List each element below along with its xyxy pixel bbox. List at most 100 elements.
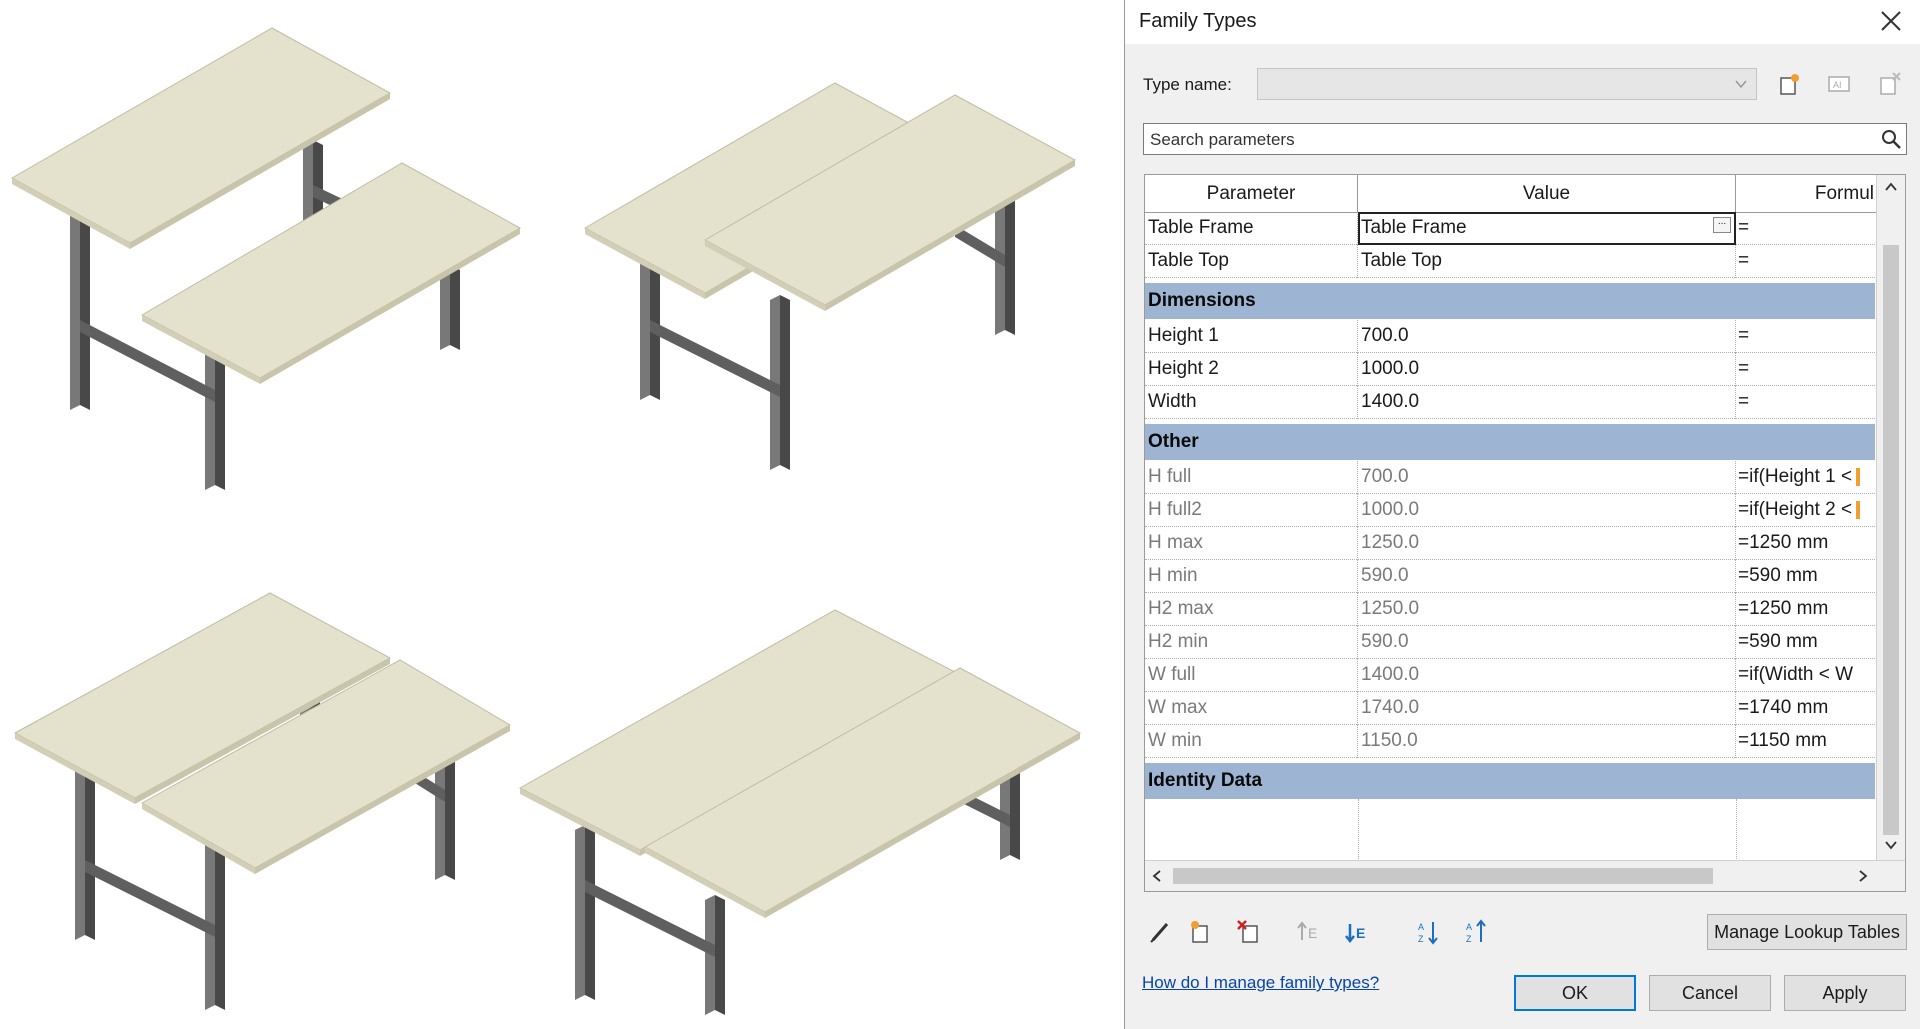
group-header-other[interactable]: Other [1145, 424, 1875, 460]
scroll-up-icon[interactable] [1884, 181, 1898, 193]
close-icon[interactable] [1876, 6, 1906, 36]
param-value[interactable]: 1000.0 [1358, 353, 1736, 386]
search-parameters-field[interactable] [1143, 123, 1907, 155]
manage-lookup-tables-button[interactable]: Manage Lookup Tables [1707, 914, 1907, 950]
help-link[interactable]: How do I manage family types? [1142, 973, 1379, 993]
param-name: Height 1 [1145, 320, 1358, 353]
new-type-icon[interactable] [1775, 70, 1803, 98]
scroll-left-icon[interactable] [1151, 869, 1163, 883]
cancel-button[interactable]: Cancel [1649, 975, 1771, 1011]
ok-button[interactable]: OK [1514, 975, 1636, 1011]
new-parameter-icon[interactable] [1187, 918, 1215, 946]
scroll-down-icon[interactable] [1884, 839, 1898, 851]
param-formula[interactable]: =590 mm [1736, 626, 1875, 659]
param-formula-cell[interactable]: =if(Height 2 < [1736, 494, 1875, 527]
vertical-scroll-thumb[interactable] [1883, 245, 1899, 835]
param-formula[interactable]: = [1736, 353, 1875, 386]
param-value[interactable]: 1400.0 [1358, 386, 1736, 419]
family-types-dialog: Family Types Type name: AI Parameter [1124, 0, 1920, 1029]
param-value-cell[interactable]: Table Frame ... [1358, 212, 1736, 245]
scroll-right-icon[interactable] [1857, 869, 1869, 883]
param-row-h2-min[interactable]: H2 min 590.0 =590 mm [1145, 626, 1875, 659]
horizontal-scrollbar[interactable] [1145, 860, 1905, 891]
delete-parameter-icon[interactable] [1235, 918, 1263, 946]
model-viewport[interactable] [0, 0, 1124, 1029]
param-row-height-2[interactable]: Height 2 1000.0 = [1145, 353, 1875, 386]
param-formula[interactable]: =if(Width < W [1736, 659, 1875, 692]
param-formula[interactable]: =1740 mm [1736, 692, 1875, 725]
param-name: Table Frame [1145, 212, 1358, 245]
param-row-width[interactable]: Width 1400.0 = [1145, 386, 1875, 419]
horizontal-scroll-thumb[interactable] [1173, 868, 1713, 884]
param-name: W full [1145, 659, 1358, 692]
param-row-w-full[interactable]: W full 1400.0 =if(Width < W [1145, 659, 1875, 692]
param-formula[interactable]: = [1736, 245, 1875, 278]
dialog-titlebar: Family Types [1125, 0, 1920, 44]
svg-text:Z: Z [1466, 934, 1472, 944]
desk-crossbar [85, 860, 215, 937]
delete-type-icon[interactable] [1875, 70, 1903, 98]
param-name: H min [1145, 560, 1358, 593]
desk-leg [70, 210, 80, 410]
group-header-dimensions[interactable]: Dimensions [1145, 283, 1875, 319]
column-header-formula[interactable]: Formul [1736, 175, 1879, 212]
param-value: 1150.0 [1358, 725, 1736, 758]
param-formula[interactable]: =1250 mm [1736, 527, 1875, 560]
sort-descending-icon[interactable]: A Z [1463, 918, 1491, 946]
param-row-h-full[interactable]: H full 700.0 =if(Height 1 < [1145, 461, 1875, 494]
param-row-table-frame[interactable]: Table Frame Table Frame ... = [1145, 212, 1875, 245]
desk-leg [435, 755, 445, 880]
param-name: Table Top [1145, 245, 1358, 278]
desk-crossbar [585, 880, 715, 957]
desk-leg [215, 345, 225, 490]
type-name-dropdown[interactable] [1257, 68, 1757, 100]
param-formula[interactable]: =1150 mm [1736, 725, 1875, 758]
param-formula[interactable]: = [1736, 386, 1875, 419]
svg-text:AI: AI [1833, 80, 1842, 90]
param-row-h-full2[interactable]: H full2 1000.0 =if(Height 2 < [1145, 494, 1875, 527]
param-row-w-min[interactable]: W min 1150.0 =1150 mm [1145, 725, 1875, 758]
grid-header: Parameter Value Formul [1145, 175, 1905, 213]
svg-text:Z: Z [1418, 934, 1424, 944]
column-header-parameter[interactable]: Parameter [1145, 175, 1358, 212]
param-formula[interactable]: =590 mm [1736, 560, 1875, 593]
overflow-marker [1856, 467, 1861, 486]
desk-models [10, 27, 1082, 1015]
param-formula[interactable]: = [1736, 320, 1875, 353]
group-header-identity-data[interactable]: Identity Data [1145, 763, 1875, 799]
desk-leg [585, 825, 595, 1000]
edit-parameter-icon[interactable] [1147, 918, 1175, 946]
param-name: H full2 [1145, 494, 1358, 527]
param-row-height-1[interactable]: Height 1 700.0 = [1145, 320, 1875, 353]
param-row-h-min[interactable]: H min 590.0 =590 mm [1145, 560, 1875, 593]
param-name: H2 max [1145, 593, 1358, 626]
move-up-icon[interactable]: E [1295, 918, 1323, 946]
desk-leg [1005, 190, 1015, 335]
move-down-icon[interactable]: E [1343, 918, 1371, 946]
param-formula[interactable]: = [1736, 212, 1875, 245]
param-value: 1740.0 [1358, 692, 1736, 725]
param-row-h2-max[interactable]: H2 max 1250.0 =1250 mm [1145, 593, 1875, 626]
column-header-value[interactable]: Value [1358, 175, 1736, 212]
param-formula-cell[interactable]: =if(Height 1 < [1736, 461, 1875, 494]
param-name: H full [1145, 461, 1358, 494]
search-icon[interactable] [1880, 128, 1902, 150]
sort-ascending-icon[interactable]: A Z [1415, 918, 1443, 946]
param-formula[interactable]: =1250 mm [1736, 593, 1875, 626]
browse-button[interactable]: ... [1713, 217, 1731, 233]
param-row-h-max[interactable]: H max 1250.0 =1250 mm [1145, 527, 1875, 560]
param-value[interactable]: 700.0 [1358, 320, 1736, 353]
empty-grid-area [1145, 799, 1875, 861]
chevron-down-icon [1735, 80, 1747, 89]
vertical-scrollbar[interactable] [1876, 175, 1905, 861]
rename-type-icon[interactable]: AI [1825, 70, 1853, 98]
param-value[interactable]: Table Top [1358, 245, 1736, 278]
param-row-w-max[interactable]: W max 1740.0 =1740 mm [1145, 692, 1875, 725]
param-row-table-top[interactable]: Table Top Table Top = [1145, 245, 1875, 278]
desk-leg [715, 895, 725, 1015]
svg-text:E: E [1356, 925, 1365, 941]
apply-button[interactable]: Apply [1784, 975, 1906, 1011]
desk-leg [780, 295, 790, 470]
desk-leg [80, 210, 90, 410]
search-input[interactable] [1148, 127, 1852, 153]
